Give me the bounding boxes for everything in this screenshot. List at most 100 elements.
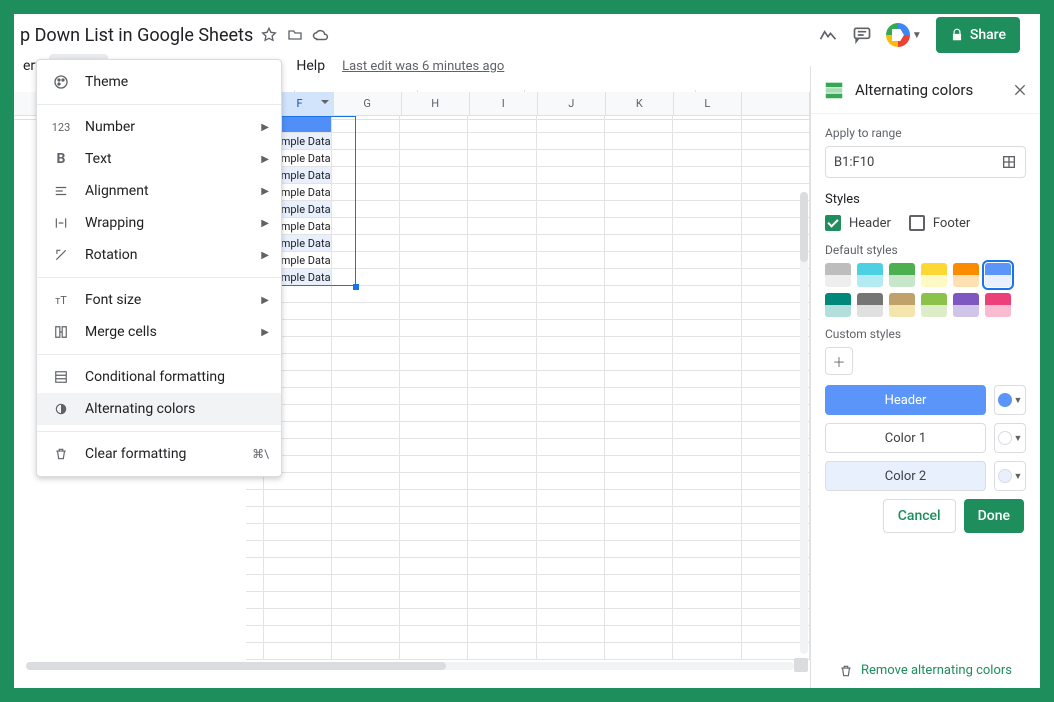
cell[interactable] — [332, 422, 400, 439]
cell[interactable] — [537, 320, 605, 337]
cell[interactable] — [400, 422, 468, 439]
cell[interactable] — [332, 473, 400, 490]
cell[interactable] — [332, 116, 400, 133]
cell[interactable] — [468, 354, 536, 371]
menu-alignment[interactable]: Alignment▶ — [37, 175, 281, 207]
header-color-picker[interactable]: ▼ — [994, 385, 1026, 415]
cell[interactable] — [332, 524, 400, 541]
cell[interactable] — [468, 473, 536, 490]
cell[interactable] — [400, 184, 468, 201]
cell[interactable] — [605, 337, 673, 354]
cell[interactable] — [332, 320, 400, 337]
cell[interactable] — [400, 150, 468, 167]
cell[interactable] — [468, 252, 536, 269]
last-edit-link[interactable]: Last edit was 6 minutes ago — [342, 59, 504, 74]
cell[interactable] — [400, 320, 468, 337]
cell[interactable] — [673, 524, 741, 541]
cell[interactable] — [400, 388, 468, 405]
cell[interactable] — [605, 456, 673, 473]
style-swatch[interactable] — [857, 263, 883, 287]
cell[interactable] — [246, 524, 264, 541]
cell[interactable] — [537, 490, 605, 507]
cell[interactable] — [468, 286, 536, 303]
cell[interactable] — [673, 405, 741, 422]
cell[interactable] — [537, 388, 605, 405]
cell[interactable] — [468, 422, 536, 439]
cell[interactable] — [468, 116, 536, 133]
cell[interactable] — [264, 541, 331, 558]
close-button[interactable] — [1012, 82, 1028, 98]
cell[interactable] — [400, 609, 468, 626]
cell[interactable] — [537, 507, 605, 524]
style-swatch[interactable] — [889, 263, 915, 287]
cell[interactable] — [468, 269, 536, 286]
header-checkbox[interactable]: Header — [825, 215, 891, 231]
cell[interactable] — [332, 643, 400, 660]
cell[interactable] — [332, 439, 400, 456]
cell[interactable] — [332, 303, 400, 320]
cell[interactable] — [468, 507, 536, 524]
cell[interactable] — [332, 269, 400, 286]
cell[interactable] — [400, 558, 468, 575]
cell[interactable] — [673, 507, 741, 524]
cell[interactable] — [605, 184, 673, 201]
document-title[interactable]: p Down List in Google Sheets — [20, 25, 253, 46]
cell[interactable] — [537, 184, 605, 201]
cell[interactable] — [673, 388, 741, 405]
done-button[interactable]: Done — [964, 499, 1024, 533]
cell[interactable] — [468, 167, 536, 184]
cell[interactable] — [400, 133, 468, 150]
cell[interactable] — [673, 320, 741, 337]
cell[interactable] — [468, 150, 536, 167]
cell[interactable] — [742, 116, 810, 133]
cell[interactable] — [537, 439, 605, 456]
star-icon[interactable] — [259, 25, 279, 45]
cell[interactable] — [742, 150, 810, 167]
cell[interactable] — [332, 167, 400, 184]
cell[interactable] — [537, 626, 605, 643]
cell[interactable] — [400, 405, 468, 422]
cell[interactable] — [537, 354, 605, 371]
cell[interactable] — [673, 235, 741, 252]
cell[interactable] — [264, 609, 331, 626]
cell[interactable] — [605, 371, 673, 388]
cell[interactable] — [537, 371, 605, 388]
cell[interactable] — [605, 167, 673, 184]
cell[interactable] — [468, 592, 536, 609]
cell[interactable] — [264, 490, 331, 507]
cell[interactable] — [400, 303, 468, 320]
menu-alternating[interactable]: Alternating colors — [37, 393, 281, 425]
menu-fontsize[interactable]: ᴛTFont size▶ — [37, 284, 281, 316]
vertical-scrollbar[interactable] — [800, 192, 808, 654]
cell[interactable] — [537, 643, 605, 660]
menu-number[interactable]: 123Number▶ — [37, 111, 281, 143]
cell[interactable] — [605, 286, 673, 303]
comment-icon[interactable] — [852, 25, 872, 45]
cell[interactable] — [673, 252, 741, 269]
cell[interactable] — [742, 133, 810, 150]
cell[interactable] — [537, 524, 605, 541]
cell[interactable] — [400, 235, 468, 252]
range-input[interactable]: B1:F10 — [825, 146, 1026, 178]
style-swatch[interactable] — [953, 293, 979, 317]
style-swatch[interactable] — [921, 293, 947, 317]
cell[interactable] — [400, 643, 468, 660]
cell[interactable] — [264, 558, 331, 575]
cell[interactable] — [605, 507, 673, 524]
cell[interactable] — [673, 422, 741, 439]
cell[interactable] — [468, 337, 536, 354]
cell[interactable] — [400, 116, 468, 133]
cell[interactable] — [468, 439, 536, 456]
cloud-icon[interactable] — [311, 25, 331, 45]
cell[interactable] — [537, 456, 605, 473]
cell[interactable] — [468, 490, 536, 507]
cell[interactable] — [537, 235, 605, 252]
cell[interactable] — [468, 609, 536, 626]
cell[interactable] — [673, 626, 741, 643]
cell[interactable] — [332, 388, 400, 405]
cell[interactable] — [605, 303, 673, 320]
column-header[interactable]: I — [470, 92, 538, 115]
add-custom-style[interactable]: ＋ — [825, 347, 853, 375]
cell[interactable] — [673, 354, 741, 371]
cell[interactable] — [332, 626, 400, 643]
